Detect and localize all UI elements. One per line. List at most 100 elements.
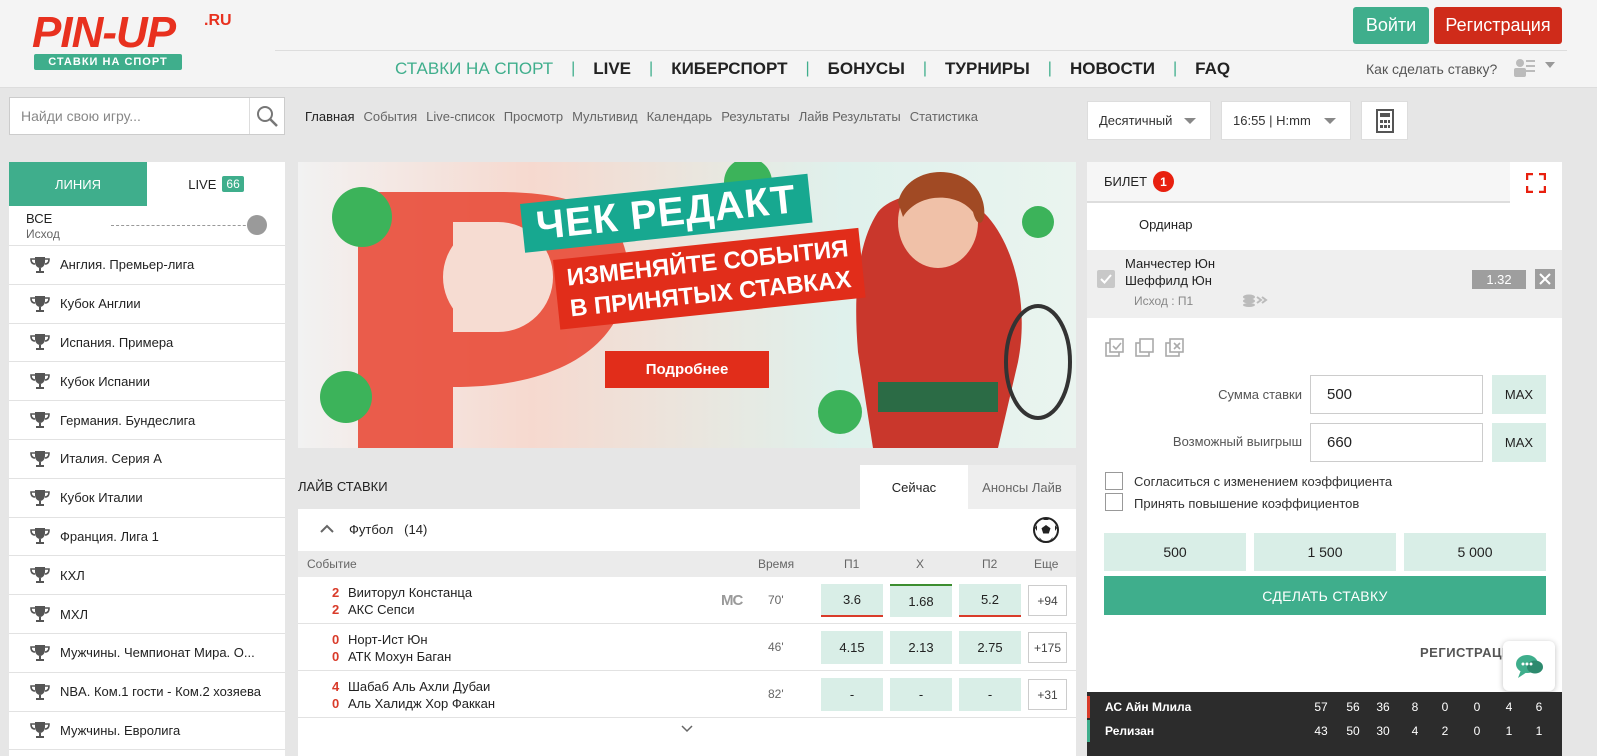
subnav-view[interactable]: Просмотр	[504, 109, 563, 124]
match-row[interactable]: 2 Вииторул Констанца 2 АКС Сепси MC 70' 3.6 1.6…	[298, 577, 1076, 624]
nav-tournaments[interactable]: ТУРНИРЫ	[945, 59, 1030, 79]
match-row[interactable]: 4 Шабаб Аль Ахли Дубаи 0 Аль Халидж Хор Фак…	[298, 671, 1076, 718]
filter-slider-handle[interactable]	[247, 215, 267, 235]
score-team1: 4	[332, 679, 340, 694]
sidebar-league-item[interactable]: Мужчины. Евролига	[9, 712, 285, 751]
login-button[interactable]: Войти	[1353, 7, 1429, 44]
banner-more-button[interactable]: Подробнее	[605, 351, 769, 388]
chevron-up-icon[interactable]	[320, 524, 334, 534]
agree-change-checkbox[interactable]	[1105, 472, 1123, 490]
score-value: 1	[1505, 724, 1513, 738]
sidebar-league-item[interactable]: Германия. Бундеслига	[9, 401, 285, 440]
sidebar-league-item[interactable]: Кубок Англии	[9, 285, 285, 324]
selection-checkbox[interactable]	[1097, 270, 1115, 288]
tab-line[interactable]: ЛИНИЯ	[9, 162, 147, 206]
nav-faq[interactable]: FAQ	[1195, 59, 1230, 79]
sidebar-league-item[interactable]: Кубок Испании	[9, 362, 285, 402]
logo[interactable]: PIN-UP .RU СТАВКИ НА СПОРТ	[32, 10, 232, 74]
filter-all-label: ВСЕ	[26, 211, 53, 226]
quick-stake-1500[interactable]: 1 500	[1254, 533, 1396, 571]
sidebar-league-item[interactable]: Франция. Лига 1	[9, 518, 285, 557]
clear-coupon-icon[interactable]	[1165, 338, 1185, 358]
people-icon[interactable]	[1512, 57, 1536, 79]
subnav-live-list[interactable]: Live-список	[426, 109, 495, 124]
subnav-home[interactable]: Главная	[305, 109, 354, 124]
league-name: Кубок Испании	[60, 373, 151, 389]
col-event: Событие	[307, 557, 357, 571]
live-count-badge: 66	[222, 176, 244, 192]
bet-type[interactable]: Ординар	[1139, 217, 1193, 232]
sidebar-league-item[interactable]: Испания. Примера	[9, 324, 285, 363]
odd-p2-button[interactable]: 5.2	[959, 584, 1021, 617]
win-max-button[interactable]: MAX	[1492, 423, 1546, 462]
subnav-live-results[interactable]: Лайв Результаты	[799, 109, 901, 124]
stake-max-button[interactable]: MAX	[1492, 375, 1546, 414]
nav-esports[interactable]: КИБЕРСПОРТ	[671, 59, 787, 79]
trophy-icon	[30, 295, 50, 312]
match-row[interactable]: 0 Норт-Ист Юн 0 АТК Мохун Баган 46' 4.15 2.13 2…	[298, 624, 1076, 671]
odd-p2-button[interactable]: -	[959, 678, 1021, 711]
odd-x-button[interactable]: 1.68	[890, 584, 952, 617]
tab-live-announcements[interactable]: Анонсы Лайв	[968, 465, 1076, 509]
subnav-events[interactable]: События	[363, 109, 417, 124]
make-bet-button[interactable]: СДЕЛАТЬ СТАВКУ	[1104, 576, 1546, 615]
nav-bonuses[interactable]: БОНУСЫ	[828, 59, 905, 79]
save-coupon-icon[interactable]	[1105, 338, 1125, 358]
scoreboard-team: АС Айн Млила	[1105, 700, 1192, 714]
bet-slip-title: БИЛЕТ	[1104, 174, 1148, 189]
sidebar-league-item[interactable]: КХЛ	[9, 556, 285, 596]
chevron-down-icon[interactable]	[1545, 62, 1555, 68]
howto-link[interactable]: Как сделать ставку?	[1366, 61, 1497, 77]
live-scoreboard[interactable]: АС Айн Млила 57 56 36 8 0 0 4 6 Релизан …	[1087, 692, 1562, 756]
league-name: Мужчины. Чемпионат Мира. О...	[60, 645, 255, 661]
expand-icon	[1526, 172, 1546, 193]
odd-p2-button[interactable]: 2.75	[959, 631, 1021, 664]
odd-p1-button[interactable]: 3.6	[821, 584, 883, 617]
subnav-results[interactable]: Результаты	[721, 109, 789, 124]
sidebar-league-item[interactable]: Мужчины. Чемпионат Мира. О...	[9, 634, 285, 673]
trophy-icon	[30, 644, 50, 661]
tab-now[interactable]: Сейчас	[860, 465, 968, 509]
more-markets-button[interactable]: +175	[1028, 632, 1067, 663]
more-markets-button[interactable]: +31	[1028, 679, 1067, 710]
filter-slider-track[interactable]	[111, 225, 261, 226]
search-input[interactable]	[10, 98, 249, 134]
subnav-multiview[interactable]: Мультивид	[572, 109, 638, 124]
more-markets-button[interactable]: +94	[1028, 585, 1067, 616]
time-format-select[interactable]: 16:55 | H:mm	[1221, 101, 1351, 140]
match-center-badge[interactable]: MC	[721, 592, 743, 609]
remove-selection-button[interactable]	[1535, 269, 1555, 289]
stake-input[interactable]: 500	[1310, 375, 1483, 414]
calculator-button[interactable]	[1361, 101, 1408, 140]
nav-sports[interactable]: СТАВКИ НА СПОРТ	[395, 59, 553, 79]
sidebar-league-item[interactable]: Англия. Премьер-лига	[9, 246, 285, 285]
chat-button[interactable]	[1503, 641, 1555, 691]
sports-sidebar: ЛИНИЯ LIVE 66 ВСЕ Исход Англия. Премьер-…	[9, 162, 285, 756]
tab-live[interactable]: LIVE 66	[147, 162, 285, 206]
chevron-down-icon[interactable]	[681, 725, 693, 733]
copy-icon[interactable]	[1135, 338, 1155, 358]
subnav-statistics[interactable]: Статистика	[910, 109, 978, 124]
sidebar-league-item[interactable]: Кубок Италии	[9, 479, 285, 518]
quick-stake-500[interactable]: 500	[1104, 533, 1246, 571]
register-button[interactable]: Регистрация	[1434, 7, 1562, 44]
odd-p1-button[interactable]: 4.15	[821, 631, 883, 664]
subnav-calendar[interactable]: Календарь	[647, 109, 713, 124]
nav-live[interactable]: LIVE	[593, 59, 631, 79]
sidebar-league-item[interactable]: Италия. Серия А	[9, 440, 285, 479]
sport-group-football[interactable]: Футбол (14)	[298, 509, 1076, 551]
search-button[interactable]	[250, 98, 284, 134]
odd-x-button[interactable]: 2.13	[890, 631, 952, 664]
accept-raise-checkbox[interactable]	[1105, 493, 1123, 511]
nav-news[interactable]: НОВОСТИ	[1070, 59, 1155, 79]
trophy-icon	[30, 722, 50, 739]
expand-button[interactable]	[1510, 162, 1562, 203]
sidebar-league-item[interactable]: МХЛ	[9, 595, 285, 634]
sidebar-league-item[interactable]: NBA. Ком.1 гости - Ком.2 хозяева	[9, 673, 285, 712]
promo-banner[interactable]: ЧЕК РЕДАКТ ИЗМЕНЯЙТЕ СОБЫТИЯ В ПРИНЯТЫХ …	[298, 162, 1076, 448]
trophy-icon	[30, 450, 50, 467]
quick-stake-5000[interactable]: 5 000	[1404, 533, 1546, 571]
odd-p1-button[interactable]: -	[821, 678, 883, 711]
odds-format-select[interactable]: Десятичный	[1087, 101, 1211, 140]
odd-x-button[interactable]: -	[890, 678, 952, 711]
